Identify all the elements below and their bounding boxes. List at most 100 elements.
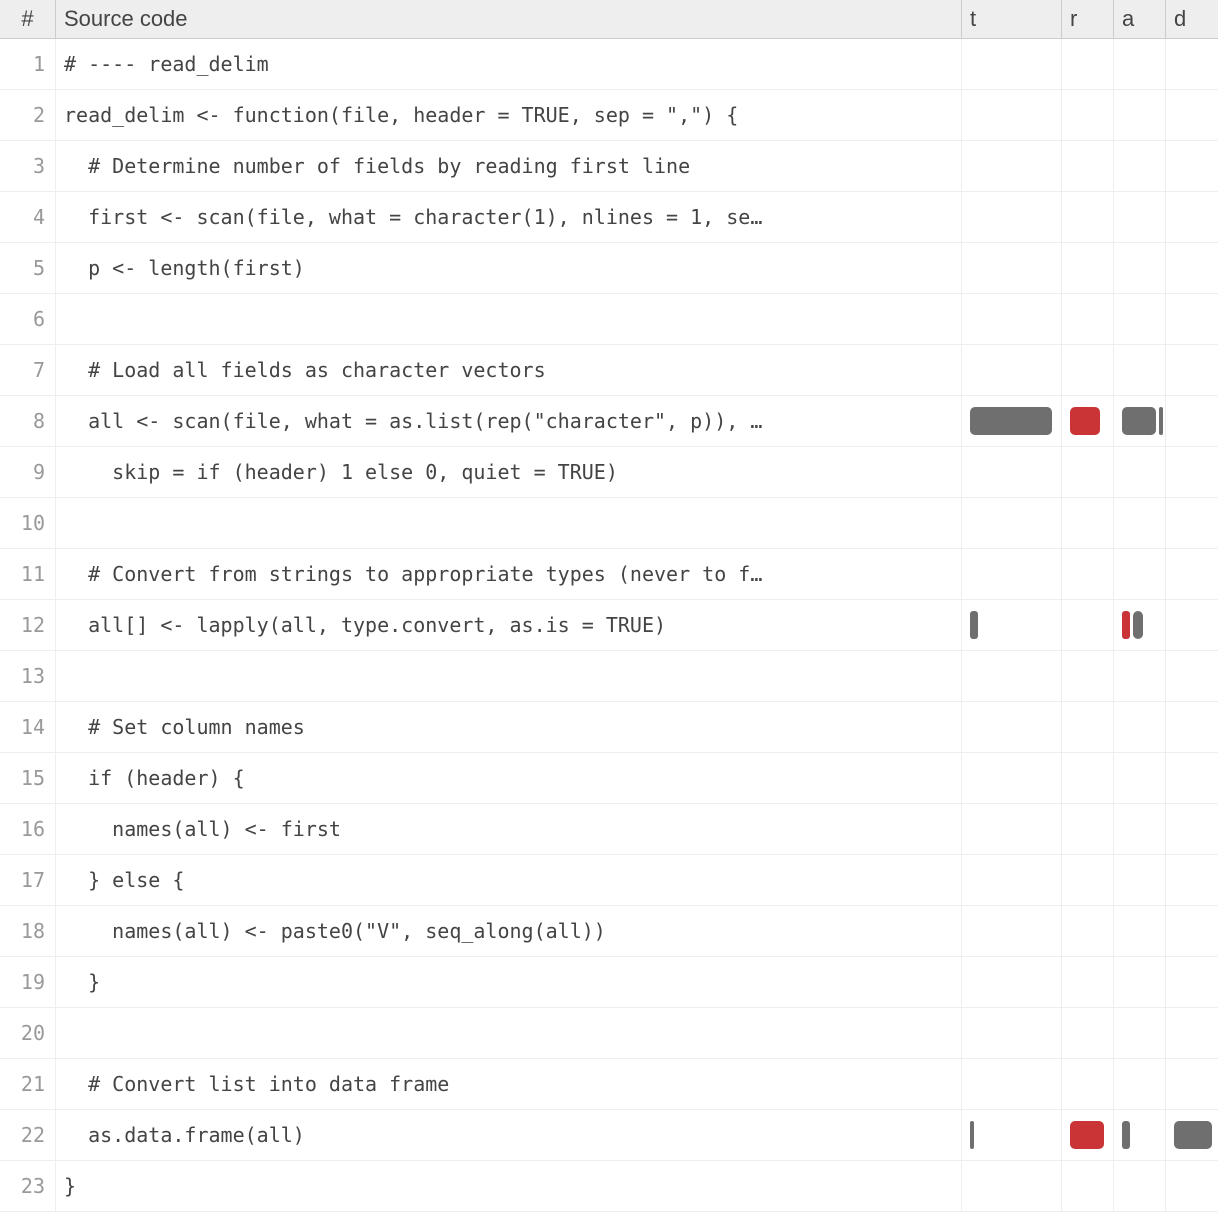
table-header-row: # Source code t r a d	[0, 0, 1218, 39]
source-line: names(all) <- paste0("V", seq_along(all)…	[56, 906, 962, 956]
flame-cell-a	[1114, 1110, 1166, 1160]
flame-cell-a	[1114, 39, 1166, 89]
flame-cell-a	[1114, 141, 1166, 191]
source-line: read_delim <- function(file, header = TR…	[56, 90, 962, 140]
source-row[interactable]: 16 names(all) <- first	[0, 804, 1218, 855]
source-row[interactable]: 15 if (header) {	[0, 753, 1218, 804]
flame-cell-d	[1166, 141, 1218, 191]
source-row[interactable]: 23}	[0, 1161, 1218, 1212]
source-row[interactable]: 11 # Convert from strings to appropriate…	[0, 549, 1218, 600]
line-number: 9	[0, 447, 56, 497]
flame-cell-t	[962, 651, 1062, 701]
flame-cell-a	[1114, 957, 1166, 1007]
flame-cell-a	[1114, 753, 1166, 803]
flame-cell-r	[1062, 651, 1114, 701]
flame-cell-d	[1166, 855, 1218, 905]
source-row[interactable]: 20	[0, 1008, 1218, 1059]
line-number: 8	[0, 396, 56, 446]
flame-cell-a	[1114, 804, 1166, 854]
line-number: 11	[0, 549, 56, 599]
flame-cell-r	[1062, 855, 1114, 905]
flame-cell-r	[1062, 1161, 1114, 1211]
flame-cell-r	[1062, 804, 1114, 854]
flame-cell-r	[1062, 447, 1114, 497]
line-number: 7	[0, 345, 56, 395]
profiler-source-table: # Source code t r a d 1# ---- read_delim…	[0, 0, 1218, 1212]
source-row[interactable]: 6	[0, 294, 1218, 345]
line-number: 18	[0, 906, 56, 956]
flame-cell-t	[962, 498, 1062, 548]
source-line: } else {	[56, 855, 962, 905]
header-release: r	[1062, 0, 1114, 38]
source-row[interactable]: 17 } else {	[0, 855, 1218, 906]
flame-cell-r	[1062, 1059, 1114, 1109]
flame-cell-r	[1062, 294, 1114, 344]
flame-cell-t	[962, 294, 1062, 344]
flame-cell-a	[1114, 498, 1166, 548]
flame-cell-t	[962, 192, 1062, 242]
source-row[interactable]: 5 p <- length(first)	[0, 243, 1218, 294]
source-row[interactable]: 21 # Convert list into data frame	[0, 1059, 1218, 1110]
source-row[interactable]: 4 first <- scan(file, what = character(1…	[0, 192, 1218, 243]
source-row[interactable]: 3 # Determine number of fields by readin…	[0, 141, 1218, 192]
flame-cell-d	[1166, 702, 1218, 752]
flame-cell-t	[962, 1161, 1062, 1211]
source-row[interactable]: 8 all <- scan(file, what = as.list(rep("…	[0, 396, 1218, 447]
source-line: # Determine number of fields by reading …	[56, 141, 962, 191]
line-number: 6	[0, 294, 56, 344]
flame-cell-t	[962, 396, 1062, 446]
flame-cell-t	[962, 957, 1062, 1007]
flame-cell-r	[1062, 141, 1114, 191]
flame-cell-r	[1062, 39, 1114, 89]
flame-cell-t	[962, 243, 1062, 293]
flame-cell-a	[1114, 192, 1166, 242]
flame-cell-t	[962, 753, 1062, 803]
flame-cell-r	[1062, 498, 1114, 548]
header-alloc: a	[1114, 0, 1166, 38]
flame-cell-a	[1114, 1059, 1166, 1109]
flame-cell-d	[1166, 39, 1218, 89]
source-line	[56, 651, 962, 701]
source-row[interactable]: 18 names(all) <- paste0("V", seq_along(a…	[0, 906, 1218, 957]
flame-cell-t	[962, 141, 1062, 191]
flame-cell-a	[1114, 906, 1166, 956]
flame-cell-a	[1114, 855, 1166, 905]
source-row[interactable]: 1# ---- read_delim	[0, 39, 1218, 90]
line-number: 22	[0, 1110, 56, 1160]
header-line-number: #	[0, 0, 56, 38]
source-row[interactable]: 19 }	[0, 957, 1218, 1008]
flame-cell-d	[1166, 1008, 1218, 1058]
source-row[interactable]: 14 # Set column names	[0, 702, 1218, 753]
flame-cell-r	[1062, 549, 1114, 599]
source-line	[56, 1008, 962, 1058]
flame-cell-d	[1166, 447, 1218, 497]
source-row[interactable]: 10	[0, 498, 1218, 549]
flame-cell-r	[1062, 192, 1114, 242]
source-line: as.data.frame(all)	[56, 1110, 962, 1160]
source-line: if (header) {	[56, 753, 962, 803]
flame-cell-t	[962, 447, 1062, 497]
line-number: 23	[0, 1161, 56, 1211]
flame-cell-d	[1166, 651, 1218, 701]
flame-cell-t	[962, 345, 1062, 395]
source-row[interactable]: 9 skip = if (header) 1 else 0, quiet = T…	[0, 447, 1218, 498]
flame-cell-t	[962, 855, 1062, 905]
flame-cell-r	[1062, 243, 1114, 293]
source-line: skip = if (header) 1 else 0, quiet = TRU…	[56, 447, 962, 497]
flame-cell-r	[1062, 1110, 1114, 1160]
flame-cell-r	[1062, 957, 1114, 1007]
source-row[interactable]: 7 # Load all fields as character vectors	[0, 345, 1218, 396]
source-line	[56, 498, 962, 548]
flame-cell-t	[962, 39, 1062, 89]
line-number: 13	[0, 651, 56, 701]
source-row[interactable]: 13	[0, 651, 1218, 702]
flame-cell-a	[1114, 294, 1166, 344]
source-row[interactable]: 12 all[] <- lapply(all, type.convert, as…	[0, 600, 1218, 651]
line-number: 5	[0, 243, 56, 293]
source-row[interactable]: 2read_delim <- function(file, header = T…	[0, 90, 1218, 141]
source-line: # Convert list into data frame	[56, 1059, 962, 1109]
flame-cell-t	[962, 702, 1062, 752]
source-line	[56, 294, 962, 344]
source-line: all <- scan(file, what = as.list(rep("ch…	[56, 396, 962, 446]
source-row[interactable]: 22 as.data.frame(all)	[0, 1110, 1218, 1161]
